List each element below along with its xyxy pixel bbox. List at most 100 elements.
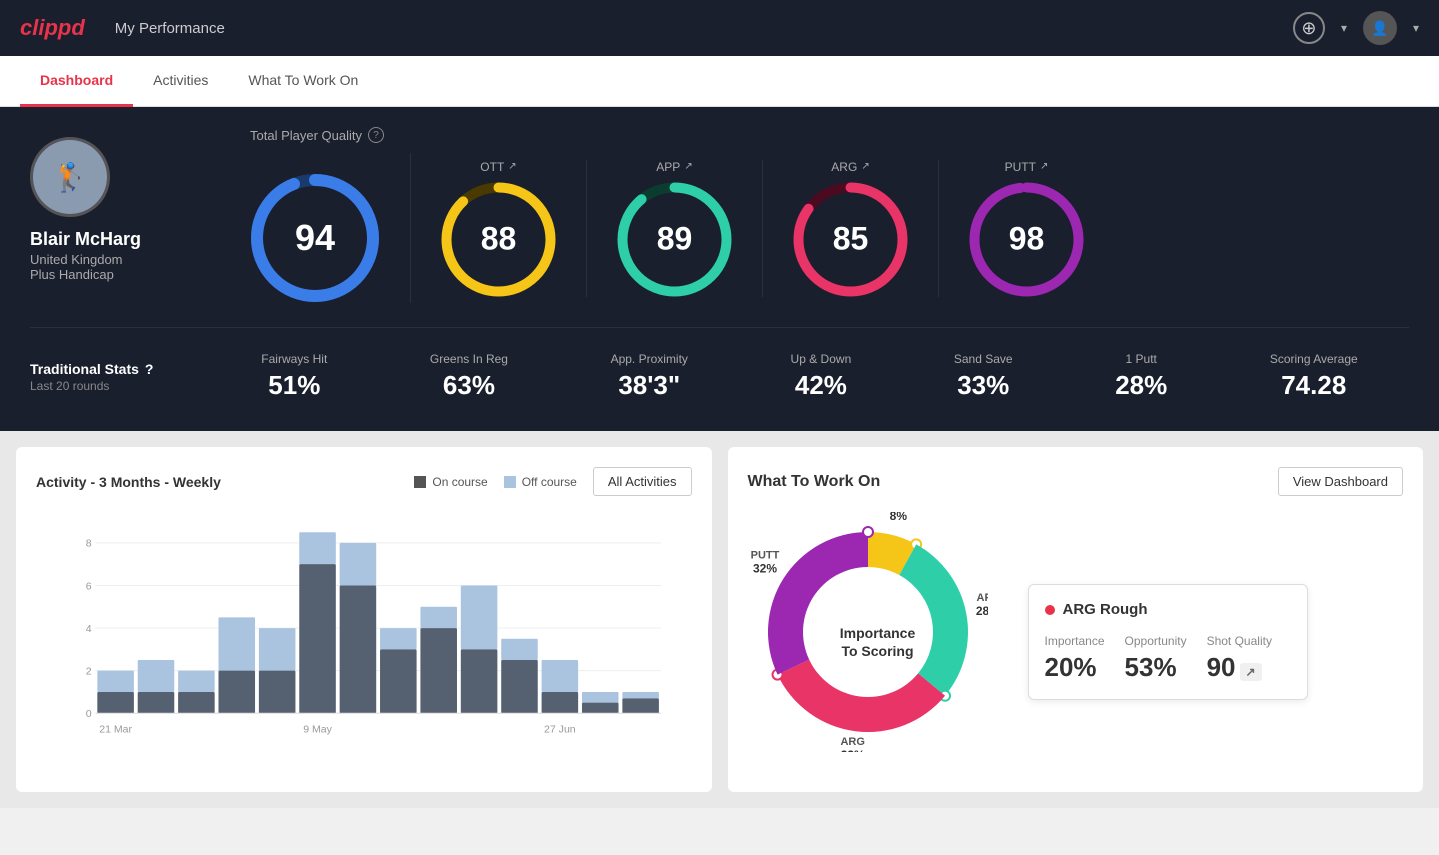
card-metric-value: 90↗ xyxy=(1207,652,1272,683)
svg-text:PUTT: PUTT xyxy=(750,550,779,562)
score-total: 94 xyxy=(250,153,411,303)
stat-name: Up & Down xyxy=(791,352,852,366)
stat-value: 63% xyxy=(430,370,508,401)
stat-name: 1 Putt xyxy=(1115,352,1167,366)
stat-name: Greens In Reg xyxy=(430,352,508,366)
card-metric-label: Opportunity xyxy=(1125,634,1187,648)
circle-app: 89 xyxy=(617,182,732,297)
svg-text:32%: 32% xyxy=(840,748,864,752)
scores-row: 94 OTT ↗ 88 APP ↗ 89 xyxy=(250,153,1409,303)
view-dashboard-button[interactable]: View Dashboard xyxy=(1278,467,1403,496)
card-metric: Importance 20% xyxy=(1045,634,1105,683)
off-course-color xyxy=(504,476,516,488)
stat-item: Sand Save 33% xyxy=(954,352,1013,401)
stat-name: Scoring Average xyxy=(1270,352,1358,366)
logo[interactable]: clippd xyxy=(20,15,85,41)
circle-ott: 88 xyxy=(441,182,556,297)
legend-off-course: Off course xyxy=(504,475,577,489)
stat-item: App. Proximity 38'3" xyxy=(611,352,688,401)
svg-text:2: 2 xyxy=(86,665,92,677)
score-label-putt: PUTT ↗ xyxy=(1005,160,1049,174)
score-ott: OTT ↗ 88 xyxy=(411,160,587,297)
score-label-arg: ARG ↗ xyxy=(831,160,869,174)
svg-text:6: 6 xyxy=(86,580,92,592)
stat-value: 33% xyxy=(954,370,1013,401)
wwo-header: What To Work On View Dashboard xyxy=(748,467,1404,496)
score-arg: ARG ↗ 85 xyxy=(763,160,939,297)
legend: On course Off course xyxy=(414,475,577,489)
card-dot xyxy=(1045,605,1055,615)
player-handicap: Plus Handicap xyxy=(30,267,114,282)
donut-area: OTT8%APP28%ARG32%PUTT32%ImportanceTo Sco… xyxy=(748,512,1008,772)
activity-chart-panel: Activity - 3 Months - Weekly On course O… xyxy=(16,447,712,792)
chart-header: Activity - 3 Months - Weekly On course O… xyxy=(36,467,692,496)
stat-value: 42% xyxy=(791,370,852,401)
svg-text:8%: 8% xyxy=(889,512,907,523)
stat-item: Up & Down 42% xyxy=(791,352,852,401)
stats-info-icon[interactable]: ? xyxy=(145,361,154,377)
card-metric-label: Shot Quality xyxy=(1207,634,1272,648)
svg-text:21 Mar: 21 Mar xyxy=(99,723,132,735)
circle-putt: 98 xyxy=(969,182,1084,297)
score-label-ott: OTT ↗ xyxy=(480,160,516,174)
tab-dashboard[interactable]: Dashboard xyxy=(20,56,133,107)
stats-label: Traditional Stats ? Last 20 rounds xyxy=(30,361,210,393)
stats-row: Traditional Stats ? Last 20 rounds Fairw… xyxy=(30,327,1409,401)
info-icon[interactable]: ? xyxy=(368,127,384,143)
header-right: ⊕ ▾ 👤 ▾ xyxy=(1293,11,1419,45)
card-metric: Opportunity 53% xyxy=(1125,634,1187,683)
stat-name: Sand Save xyxy=(954,352,1013,366)
quality-header: Total Player Quality ? xyxy=(250,127,1409,143)
stat-item: 1 Putt 28% xyxy=(1115,352,1167,401)
svg-text:28%: 28% xyxy=(975,604,987,618)
score-label-app: APP ↗ xyxy=(656,160,692,174)
circle-arg: 85 xyxy=(793,182,908,297)
card-title: ARG Rough xyxy=(1045,601,1291,618)
stat-items: Fairways Hit 51% Greens In Reg 63% App. … xyxy=(210,352,1409,401)
stat-name: Fairways Hit xyxy=(261,352,327,366)
svg-text:4: 4 xyxy=(86,623,92,635)
stat-value: 74.28 xyxy=(1270,370,1358,401)
svg-text:9 May: 9 May xyxy=(303,723,332,735)
header-title: My Performance xyxy=(115,20,225,37)
svg-text:ARG: ARG xyxy=(840,736,864,748)
score-putt: PUTT ↗ 98 xyxy=(939,160,1114,297)
nav-tabs: Dashboard Activities What To Work On xyxy=(0,56,1439,107)
svg-text:0: 0 xyxy=(86,708,92,720)
donut-center-text: ImportanceTo Scoring xyxy=(840,624,915,660)
header: clippd My Performance ⊕ ▾ 👤 ▾ xyxy=(0,0,1439,56)
wwo-panel: What To Work On View Dashboard OTT8%APP2… xyxy=(728,447,1424,792)
stat-item: Fairways Hit 51% xyxy=(261,352,327,401)
avatar[interactable]: 👤 xyxy=(1363,11,1397,45)
tab-what-to-work-on[interactable]: What To Work On xyxy=(228,56,378,107)
wwo-content: OTT8%APP28%ARG32%PUTT32%ImportanceTo Sco… xyxy=(748,512,1404,772)
all-activities-button[interactable]: All Activities xyxy=(593,467,692,496)
stats-title: Traditional Stats ? xyxy=(30,361,210,377)
stat-name: App. Proximity xyxy=(611,352,688,366)
card-metric: Shot Quality 90↗ xyxy=(1207,634,1272,683)
chart-area: 0 2 4 6 8 21 Mar 9 May 27 Jun xyxy=(36,512,692,742)
card-metrics: Importance 20% Opportunity 53% Shot Qual… xyxy=(1045,634,1291,683)
svg-text:8: 8 xyxy=(86,538,92,550)
stat-value: 38'3" xyxy=(611,370,688,401)
hero-section: 🏌️ Blair McHarg United Kingdom Plus Hand… xyxy=(0,107,1439,431)
card-metric-badge: ↗ xyxy=(1240,663,1262,681)
legend-on-course: On course xyxy=(414,475,487,489)
stat-item: Scoring Average 74.28 xyxy=(1270,352,1358,401)
stat-value: 28% xyxy=(1115,370,1167,401)
card-metric-label: Importance xyxy=(1045,634,1105,648)
add-button[interactable]: ⊕ xyxy=(1293,12,1325,44)
card-box: ARG Rough Importance 20% Opportunity 53%… xyxy=(1028,584,1308,700)
svg-text:32%: 32% xyxy=(752,562,776,576)
tab-activities[interactable]: Activities xyxy=(133,56,228,107)
card-metric-value: 53% xyxy=(1125,652,1187,683)
on-course-color xyxy=(414,476,426,488)
stats-subtitle: Last 20 rounds xyxy=(30,379,210,393)
bottom-panels: Activity - 3 Months - Weekly On course O… xyxy=(0,431,1439,808)
svg-text:27 Jun: 27 Jun xyxy=(544,723,576,735)
player-name: Blair McHarg xyxy=(30,229,141,250)
wwo-title: What To Work On xyxy=(748,473,881,491)
chevron-icon: ▾ xyxy=(1341,21,1347,35)
card-metric-value: 20% xyxy=(1045,652,1105,683)
stat-value: 51% xyxy=(261,370,327,401)
